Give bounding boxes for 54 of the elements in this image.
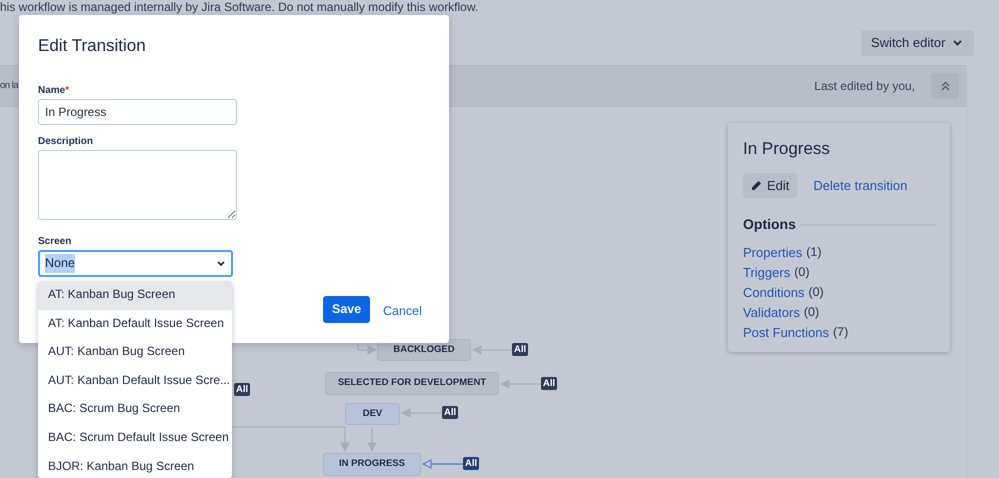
double-chevron-up-icon <box>940 81 950 91</box>
connector-arrow <box>357 344 378 355</box>
global-transition-label[interactable]: All <box>442 406 458 419</box>
status-node: DEV <box>345 403 400 425</box>
screen-select[interactable]: None <box>38 250 233 277</box>
field-label: Description <box>38 136 94 148</box>
last-edited-text: Last edited by you, <box>814 78 915 95</box>
connector-arrow <box>367 427 377 452</box>
global-transition-label[interactable]: All <box>512 343 528 356</box>
option-link[interactable]: Post Functions <box>743 323 829 344</box>
switch-editor-button[interactable]: Switch editor <box>861 30 974 56</box>
toolbar-text: on la <box>0 78 18 93</box>
dropdown-option[interactable]: AT: Kanban Bug Screen <box>38 281 232 310</box>
dropdown-option[interactable]: AT: Kanban Default Issue Screen <box>38 310 232 338</box>
notice-text: his workflow is managed internally by Jira Software. Do not manually modify this workflow. <box>0 0 480 14</box>
option-count: (0) <box>808 284 824 302</box>
edit-button[interactable]: Edit <box>743 173 798 198</box>
connector-arrow <box>472 345 512 355</box>
status-node: SELECTED FOR DEVELOPMENT <box>325 372 499 395</box>
delete-transition-link[interactable]: Delete transition <box>813 176 908 196</box>
save-button[interactable]: Save <box>323 296 370 323</box>
chevron-down-icon <box>953 40 962 46</box>
field-label: Name <box>38 85 66 96</box>
pencil-icon <box>751 180 762 192</box>
dropdown-option[interactable]: BAC: Scrum Default Issue Screen <box>38 424 232 453</box>
field-label: Screen <box>38 236 72 248</box>
dropdown-option[interactable]: AUT: Kanban Bug Screen <box>38 338 232 367</box>
connector-arrow <box>500 379 541 389</box>
global-transition-label[interactable]: All <box>234 383 250 396</box>
cancel-link[interactable]: Cancel <box>383 302 422 321</box>
option-link[interactable]: Conditions <box>743 283 804 304</box>
panel-title: In Progress <box>743 139 831 160</box>
connector-arrow <box>422 459 463 469</box>
chevron-down-icon <box>217 260 225 266</box>
options-heading: Options <box>743 215 796 234</box>
dropdown-option[interactable]: BAC: Scrum Bug Screen <box>38 395 232 424</box>
option-count: (0) <box>804 304 820 322</box>
required-mark: * <box>65 85 70 96</box>
dropdown-option[interactable]: AUT: Kanban Default Issue Scre... <box>38 366 232 396</box>
description-textarea[interactable] <box>38 150 237 220</box>
name-input[interactable]: In Progress <box>38 99 237 125</box>
option-link[interactable]: Properties <box>743 243 802 264</box>
option-count: (1) <box>806 244 822 262</box>
option-count: (0) <box>794 264 810 282</box>
collapse-button[interactable] <box>931 73 959 99</box>
option-link[interactable]: Triggers <box>743 263 790 284</box>
dropdown-option[interactable]: BJOR: Kanban Bug Screen <box>38 452 232 478</box>
option-link[interactable]: Validators <box>743 303 800 324</box>
global-transition-label[interactable]: All <box>541 377 558 390</box>
status-node: IN PROGRESS <box>323 453 421 476</box>
dialog-title: Edit Transition <box>38 36 147 56</box>
connector-arrow <box>400 408 442 418</box>
global-transition-label[interactable]: All <box>463 457 480 470</box>
option-count: (7) <box>833 324 848 342</box>
